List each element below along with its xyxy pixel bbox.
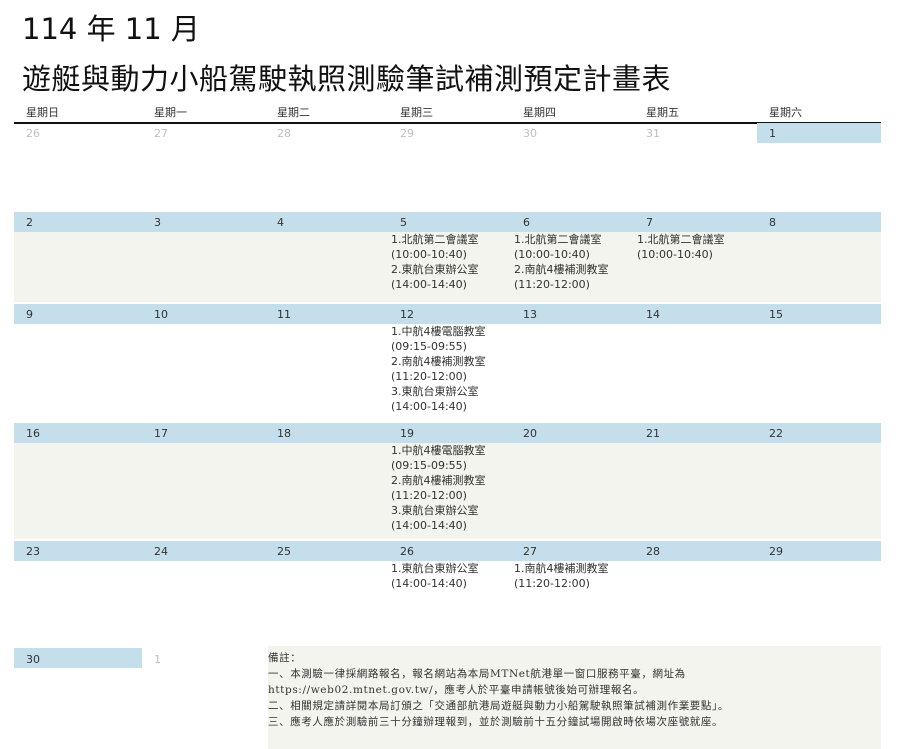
day-cell-number[interactable]: 5 [400,216,407,229]
day-cell-number[interactable]: 10 [154,308,168,321]
weekday-tue: 星期二 [277,106,310,119]
day-cell-number[interactable]: 14 [646,308,660,321]
day-events: 1.南航4樓補測教室 (11:20-12:00) [514,561,609,591]
day-cell-number[interactable]: 3 [154,216,161,229]
day-cell-number[interactable]: 27 [523,545,537,558]
event-line: (14:00-14:40) [391,577,467,590]
day-cell-number[interactable]: 6 [523,216,530,229]
notes-line: https://web02.mtnet.gov.tw/，應考人於平臺申請帳號後始… [268,684,645,696]
day-events: 1.東航台東辦公室 (14:00-14:40) [391,561,479,591]
day-cell-number[interactable]: 11 [277,308,291,321]
weekday-sat: 星期六 [769,106,802,119]
week-row-5: 23 24 25 26 27 28 29 1.東航台東辦公室 (14:00-14… [14,541,881,641]
notes-line: 三、應考人應於測驗前三十分鐘辦理報到，並於測驗前十五分鐘試場開啟時依場次座號就座… [268,716,724,728]
event-line[interactable]: 1.東航台東辦公室 [391,561,479,576]
week-row-1: 26 27 28 29 30 31 1 [14,123,881,211]
day-cell-number[interactable]: 28 [646,545,660,558]
day-cell-number[interactable]: 25 [277,545,291,558]
day-events: 1.北航第二會議室 (10:00-10:40) [637,232,725,262]
event-line[interactable]: 3.東航台東辦公室 [391,384,486,399]
week-band [14,541,881,561]
day-cell-number[interactable]: 29 [769,545,783,558]
day-cell-number[interactable]: 27 [154,127,168,140]
day-cell-number[interactable]: 30 [523,127,537,140]
month-title: 114 年 11 月 [22,12,200,46]
weekday-wed: 星期三 [400,106,433,119]
calendar-title: 遊艇與動力小船駕駛執照測驗筆試補測預定計畫表 [22,62,672,96]
day-cell-number[interactable]: 17 [154,427,168,440]
event-line[interactable]: 1.北航第二會議室 [514,232,609,247]
event-line: (10:00-10:40) [514,248,590,261]
event-line[interactable]: 2.南航4樓補測教室 [391,473,486,488]
event-line: (10:00-10:40) [637,248,713,261]
event-line: (09:15-09:55) [391,459,467,472]
weekday-sun: 星期日 [26,106,59,119]
day-cell-number[interactable]: 30 [26,653,40,666]
day-cell-number[interactable]: 9 [26,308,33,321]
day-cell-number[interactable]: 4 [277,216,284,229]
day-cell-number[interactable]: 15 [769,308,783,321]
day-cell-number[interactable]: 21 [646,427,660,440]
event-line: (14:00-14:40) [391,519,467,532]
event-line[interactable]: 2.南航4樓補測教室 [391,354,486,369]
day-cell-number[interactable]: 24 [154,545,168,558]
day-cell-number[interactable]: 26 [26,127,40,140]
day-cell-number[interactable]: 16 [26,427,40,440]
day-events: 1.北航第二會議室 (10:00-10:40) 2.南航4樓補測教室 (11:2… [514,232,609,292]
day-cell-number[interactable]: 12 [400,308,414,321]
event-line: (11:20-12:00) [514,577,590,590]
notes-panel: 備註： 一、本測驗一律採網路報名，報名網站為本局MTNet航港單一窗口服務平臺，… [268,646,881,749]
day-events: 1.中航4樓電腦教室 (09:15-09:55) 2.南航4樓補測教室 (11:… [391,443,486,533]
event-line[interactable]: 1.北航第二會議室 [391,232,479,247]
week-row-6: 30 1 備註： 一、本測驗一律採網路報名，報名網站為本局MTNet航港單一窗口… [14,646,881,749]
week-row-4: 16 17 18 19 20 21 22 1.中航4樓電腦教室 (09:15-0… [14,423,881,539]
notes-line: 二、相關規定請詳閱本局訂頒之「交通部航港局遊艇與動力小船駕駛執照筆試補測作業要點… [268,700,729,712]
day-cell-number[interactable]: 29 [400,127,414,140]
event-line: (14:00-14:40) [391,400,467,413]
event-line: (09:15-09:55) [391,340,467,353]
day-cell-number[interactable]: 31 [646,127,660,140]
day-events: 1.北航第二會議室 (10:00-10:40) 2.東航台東辦公室 (14:00… [391,232,479,292]
event-line: (11:20-12:00) [391,489,467,502]
weekday-header: 星期日 星期一 星期二 星期三 星期四 星期五 星期六 [14,102,881,124]
weekday-fri: 星期五 [646,106,679,119]
notes-heading: 備註： [268,652,302,664]
day-cell-number[interactable]: 23 [26,545,40,558]
event-line[interactable]: 1.中航4樓電腦教室 [391,324,486,339]
event-line: (14:00-14:40) [391,278,467,291]
weekday-thu: 星期四 [523,106,556,119]
event-line[interactable]: 2.南航4樓補測教室 [514,262,609,277]
event-line: (11:20-12:00) [391,370,467,383]
event-line[interactable]: 1.南航4樓補測教室 [514,561,609,576]
day-cell-number[interactable]: 26 [400,545,414,558]
day-cell-number[interactable]: 20 [523,427,537,440]
week-row-3: 9 10 11 12 13 14 15 1.中航4樓電腦教室 (09:15-09… [14,304,881,421]
event-line[interactable]: 1.中航4樓電腦教室 [391,443,486,458]
event-line[interactable]: 3.東航台東辦公室 [391,503,486,518]
event-line[interactable]: 2.東航台東辦公室 [391,262,479,277]
event-line: (11:20-12:00) [514,278,590,291]
day-cell-number[interactable]: 2 [26,216,33,229]
week-band [14,212,881,232]
day-cell-number[interactable]: 1 [154,653,161,666]
day-cell-number[interactable]: 18 [277,427,291,440]
day-cell-number[interactable]: 13 [523,308,537,321]
day-cell-number[interactable]: 1 [769,127,776,140]
day-cell-number[interactable]: 28 [277,127,291,140]
week-row-2: 2 3 4 5 6 7 8 1.北航第二會議室 (10:00-10:40) 2.… [14,212,881,302]
day-cell-number[interactable]: 7 [646,216,653,229]
notes-line: 一、本測驗一律採網路報名，報名網站為本局MTNet航港單一窗口服務平臺，網址為 [268,668,686,680]
week-band [14,423,881,443]
event-line[interactable]: 1.北航第二會議室 [637,232,725,247]
notes-text: 備註： 一、本測驗一律採網路報名，報名網站為本局MTNet航港單一窗口服務平臺，… [268,650,729,730]
day-cell-number[interactable]: 8 [769,216,776,229]
event-line: (10:00-10:40) [391,248,467,261]
day-cell-number[interactable]: 19 [400,427,414,440]
weekday-mon: 星期一 [154,106,187,119]
day-cell-number[interactable]: 22 [769,427,783,440]
day-events: 1.中航4樓電腦教室 (09:15-09:55) 2.南航4樓補測教室 (11:… [391,324,486,414]
week-band [14,304,881,324]
